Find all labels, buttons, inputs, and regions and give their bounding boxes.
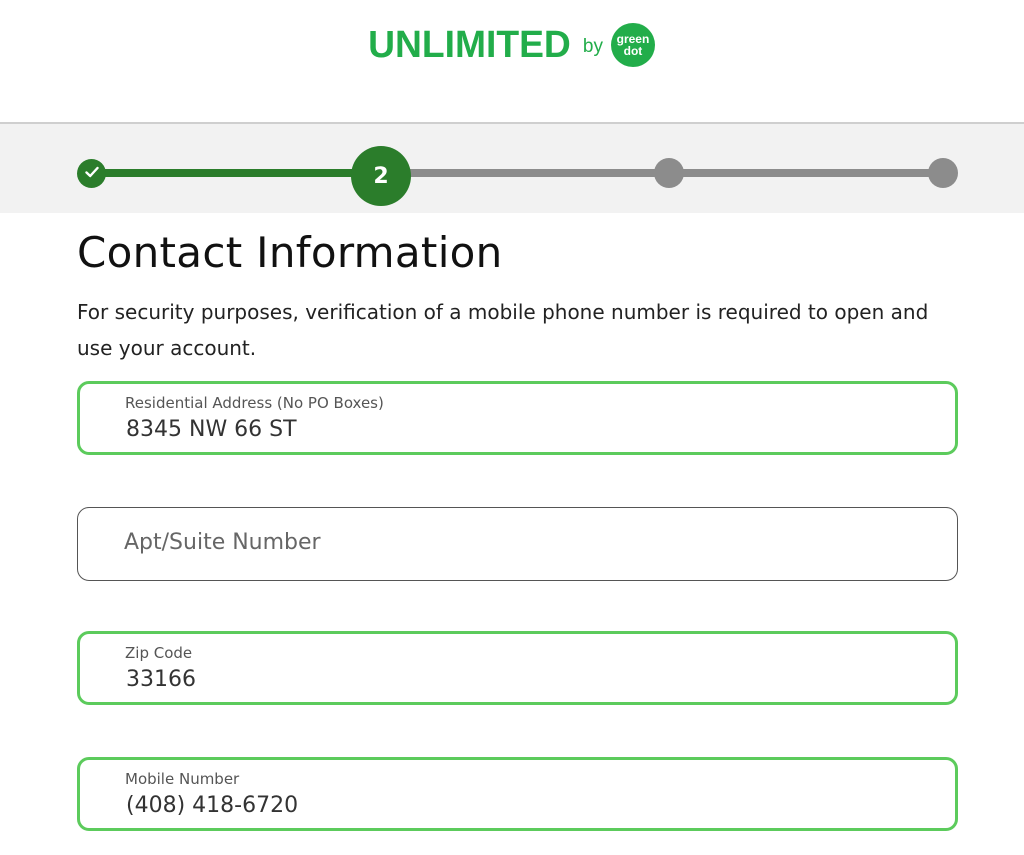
brand-name: UNLIMITED: [368, 23, 571, 66]
zip-code-input[interactable]: 33166: [126, 667, 196, 692]
step-2-current: 2: [351, 146, 411, 206]
mobile-number-label: Mobile Number: [125, 770, 240, 788]
progress-band: [0, 122, 1024, 213]
zip-code-field[interactable]: Zip Code 33166: [77, 631, 958, 705]
mobile-number-field[interactable]: Mobile Number (408) 418-6720: [77, 757, 958, 831]
step-4-pending: [928, 158, 958, 188]
residential-address-label: Residential Address (No PO Boxes): [125, 394, 384, 412]
step-3-pending: [654, 158, 684, 188]
apt-suite-field[interactable]: Apt/Suite Number: [77, 507, 958, 581]
step-2-number: 2: [373, 163, 389, 189]
step-1-complete: [77, 159, 106, 188]
brand-logo[interactable]: UNLIMITED by green dot: [366, 22, 655, 68]
brand-by: by: [582, 36, 603, 57]
apt-suite-input[interactable]: Apt/Suite Number: [124, 530, 321, 555]
zip-code-label: Zip Code: [125, 644, 193, 662]
residential-address-field[interactable]: Residential Address (No PO Boxes) 8345 N…: [77, 381, 958, 455]
residential-address-input[interactable]: 8345 NW 66 ST: [126, 417, 297, 442]
green-dot-badge-icon: green dot: [610, 23, 655, 67]
checkmark-icon: [84, 166, 99, 181]
progress-track-complete: [92, 169, 382, 177]
badge-line-2: dot: [623, 44, 643, 58]
page-title: Contact Information: [77, 228, 503, 277]
header: UNLIMITED by green dot: [0, 0, 1024, 122]
mobile-number-input[interactable]: (408) 418-6720: [126, 793, 298, 818]
page-subtitle: For security purposes, verification of a…: [77, 300, 929, 360]
